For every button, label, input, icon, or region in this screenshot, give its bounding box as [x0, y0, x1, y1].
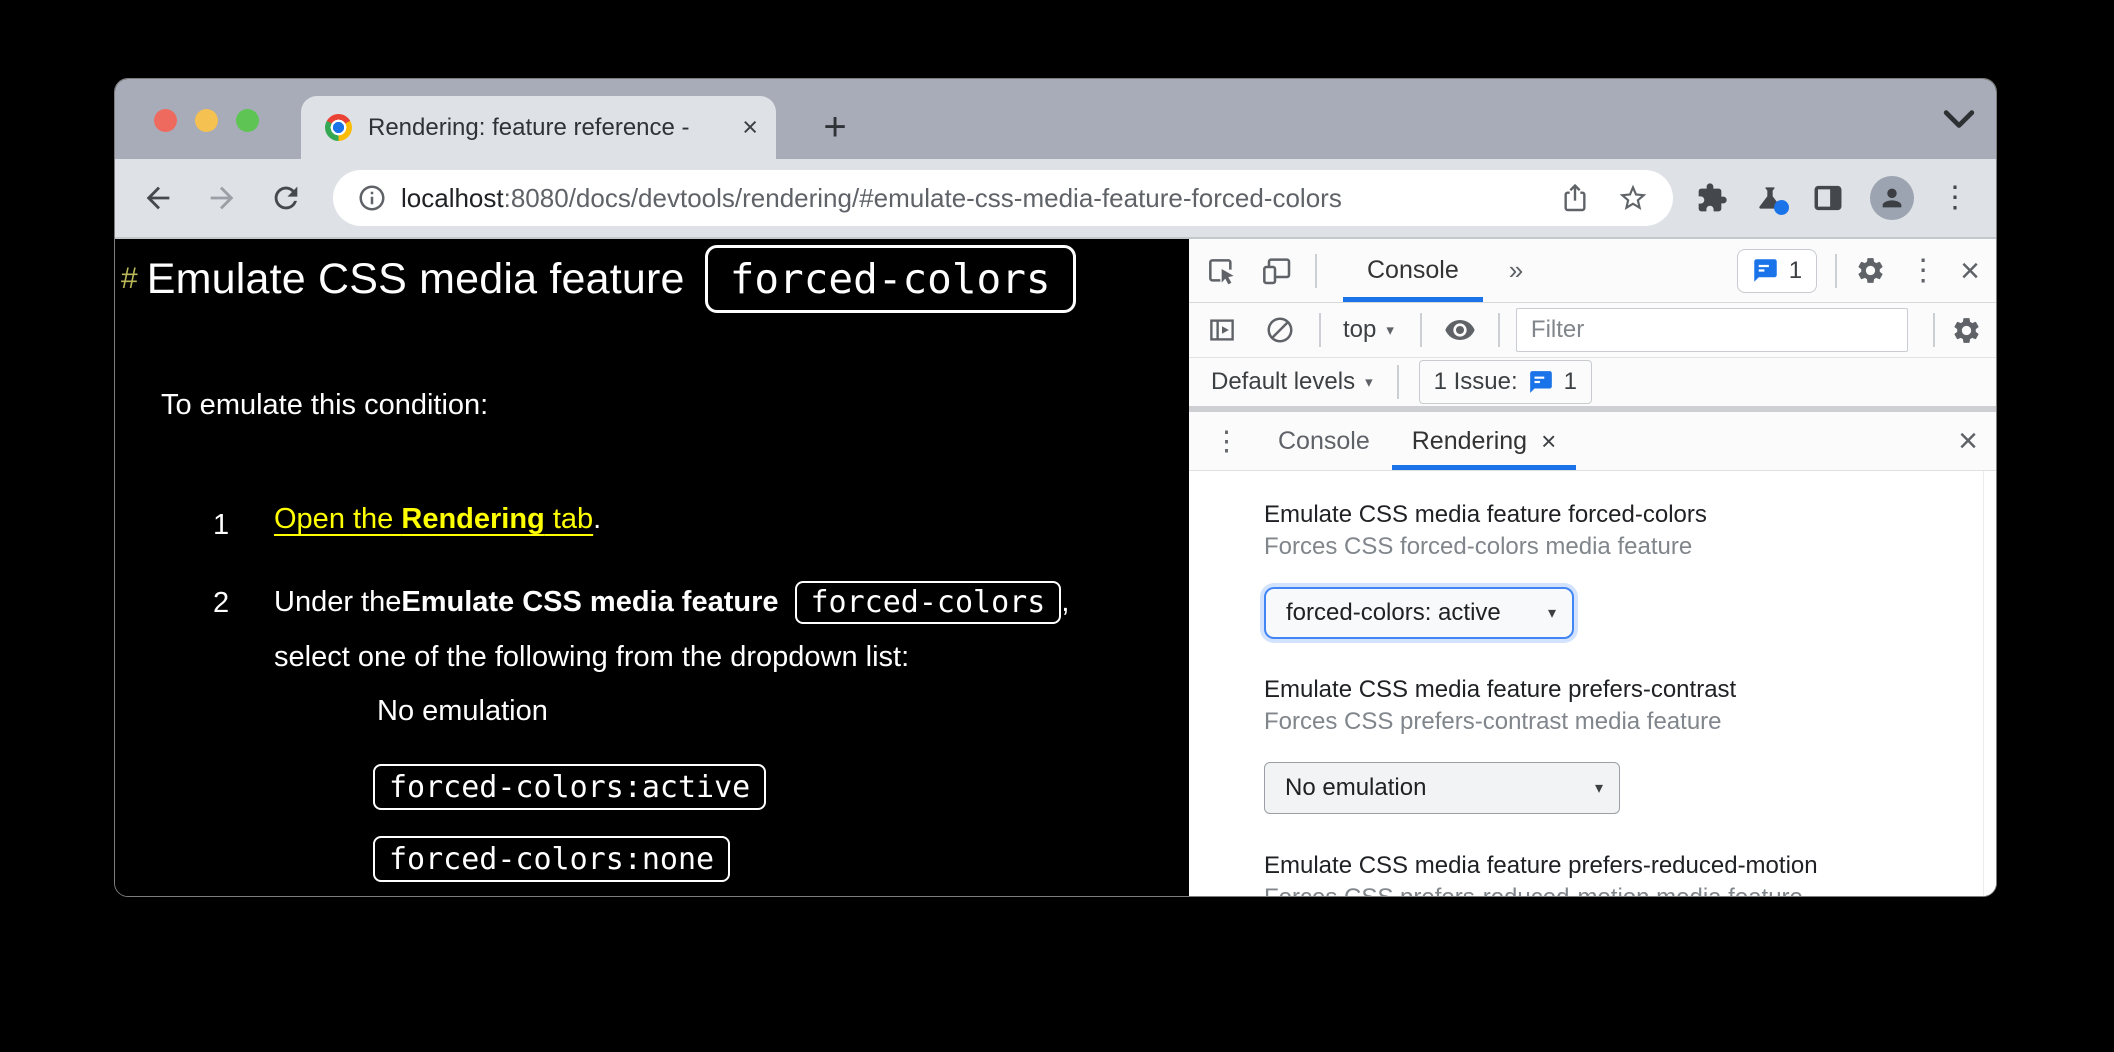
forward-button[interactable] [205, 181, 239, 215]
device-toolbar-icon[interactable] [1261, 255, 1293, 287]
live-expression-eye-icon[interactable] [1444, 314, 1476, 346]
console-levels-bar: Default levels▾ 1 Issue: 1 [1189, 358, 1996, 406]
inspect-element-icon[interactable] [1205, 255, 1237, 287]
screenshot-stage: Rendering: feature reference - × + local… [0, 0, 2114, 1052]
section-desc: Forces CSS forced-colors media feature [1264, 531, 1956, 563]
prefers-contrast-select[interactable]: No emulation ▾ [1264, 762, 1620, 814]
address-bar[interactable]: localhost:8080/docs/devtools/rendering/#… [333, 170, 1673, 226]
devtools-close-icon[interactable]: × [1960, 254, 1980, 288]
select-caret-icon: ▾ [1548, 603, 1556, 623]
issues-button[interactable]: 1 Issue: 1 [1419, 360, 1592, 404]
chat-bubble-icon [1752, 257, 1779, 284]
traffic-lights [154, 109, 259, 132]
tab-title-fade [688, 114, 734, 142]
devtools-panel: Console » 1 ⋮ × [1189, 239, 1996, 897]
url-text: localhost:8080/docs/devtools/rendering/#… [401, 183, 1533, 214]
drawer-scrollbar[interactable] [1983, 471, 1996, 897]
section-prefers-reduced-motion: Emulate CSS media feature prefers-reduce… [1264, 850, 1956, 897]
settings-gear-icon[interactable] [1855, 255, 1886, 286]
option-no-emulation: No emulation [377, 695, 548, 728]
option-forced-colors-active: forced-colors:active [373, 764, 766, 810]
list-item-2-line-2: select one of the following from the dro… [274, 641, 909, 674]
devtools-menu-kebab-icon[interactable]: ⋮ [1908, 256, 1938, 286]
log-levels-selector[interactable]: Default levels▾ [1211, 368, 1373, 396]
section-title: Emulate CSS media feature prefers-reduce… [1264, 850, 1956, 882]
section-forced-colors: Emulate CSS media feature forced-colors … [1264, 499, 1956, 639]
console-messages-badge[interactable]: 1 [1737, 249, 1817, 293]
profile-avatar[interactable] [1870, 176, 1914, 220]
drawer-tab-console[interactable]: Console [1278, 427, 1370, 456]
section-desc: Forces CSS prefers-reduced-motion media … [1264, 882, 1956, 897]
section-title: Emulate CSS media feature prefers-contra… [1264, 674, 1956, 706]
rendering-tab-link[interactable]: Open the Rendering tab [274, 503, 593, 536]
tab-title: Rendering: feature reference - [368, 114, 734, 142]
intro-text: To emulate this condition: [161, 389, 488, 422]
back-button[interactable] [141, 181, 175, 215]
experiments-flask-icon[interactable] [1754, 182, 1786, 214]
window-content: # Emulate CSS media feature forced-color… [115, 239, 1996, 897]
inline-code-chip: forced-colors [795, 581, 1062, 624]
list-number-1: 1 [213, 509, 229, 542]
tab-search-chevron-icon[interactable] [1937, 103, 1981, 137]
context-selector[interactable]: top▾ [1343, 316, 1394, 344]
minimize-window-button[interactable] [195, 109, 218, 132]
close-window-button[interactable] [154, 109, 177, 132]
rendering-tab-underline [1392, 465, 1577, 470]
more-tabs-icon[interactable]: » [1509, 255, 1521, 286]
console-filter-input[interactable] [1516, 308, 1908, 352]
browser-toolbar: localhost:8080/docs/devtools/rendering/#… [115, 159, 1996, 239]
list-item-2-line-1: Under the Emulate CSS media feature forc… [274, 574, 1069, 630]
chrome-favicon-icon [325, 114, 352, 141]
console-toolbar: top▾ [1189, 303, 1996, 358]
web-page: # Emulate CSS media feature forced-color… [115, 239, 1189, 897]
drawer-tab-rendering[interactable]: Rendering × [1392, 412, 1577, 470]
section-prefers-contrast: Emulate CSS media feature prefers-contra… [1264, 674, 1956, 814]
drawer-close-icon[interactable]: × [1958, 424, 1978, 458]
rendering-panel: Emulate CSS media feature forced-colors … [1189, 471, 1996, 897]
heading-code-chip: forced-colors [705, 245, 1076, 313]
side-panel-icon[interactable] [1812, 182, 1844, 214]
toolbar-actions: ⋮ [1696, 159, 1996, 237]
tab-close-icon[interactable]: × [742, 114, 758, 141]
page-title: Emulate CSS media feature [147, 255, 685, 304]
drawer-menu-kebab-icon[interactable]: ⋮ [1213, 428, 1240, 455]
page-heading: # Emulate CSS media feature forced-color… [121, 245, 1076, 313]
list-number-2: 2 [213, 587, 229, 620]
list-item-1: Open the Rendering tab. [274, 503, 601, 536]
section-desc: Forces CSS prefers-contrast media featur… [1264, 706, 1956, 738]
devtools-main-toolbar: Console » 1 ⋮ × [1189, 239, 1996, 303]
new-tab-button[interactable]: + [809, 101, 861, 153]
share-icon[interactable] [1559, 182, 1591, 214]
browser-menu-kebab-icon[interactable]: ⋮ [1940, 183, 1970, 213]
tab-console-main[interactable]: Console [1343, 239, 1483, 302]
tab-strip: Rendering: feature reference - × + [115, 79, 1996, 159]
flask-notification-dot [1774, 200, 1789, 215]
browser-window: Rendering: feature reference - × + local… [114, 78, 1997, 897]
page-info-icon[interactable] [357, 183, 387, 213]
option-forced-colors-none: forced-colors:none [373, 836, 730, 882]
section-title: Emulate CSS media feature forced-colors [1264, 499, 1956, 531]
bookmark-star-icon[interactable] [1617, 182, 1649, 214]
browser-tab[interactable]: Rendering: feature reference - × [301, 96, 776, 159]
select-caret-icon: ▾ [1595, 778, 1603, 798]
console-sidebar-icon[interactable] [1207, 315, 1237, 345]
drawer-tab-bar: ⋮ Console Rendering × × [1189, 412, 1996, 471]
console-settings-gear-icon[interactable] [1951, 315, 1982, 346]
extensions-puzzle-icon[interactable] [1696, 182, 1728, 214]
issue-chat-icon [1528, 369, 1554, 395]
zoom-window-button[interactable] [236, 109, 259, 132]
clear-console-icon[interactable] [1265, 315, 1295, 345]
reload-button[interactable] [269, 181, 303, 215]
active-tab-underline [1343, 297, 1483, 302]
forced-colors-select[interactable]: forced-colors: active ▾ [1264, 587, 1574, 639]
rendering-tab-close-icon[interactable]: × [1541, 428, 1556, 454]
heading-anchor-link[interactable]: # [121, 262, 138, 296]
